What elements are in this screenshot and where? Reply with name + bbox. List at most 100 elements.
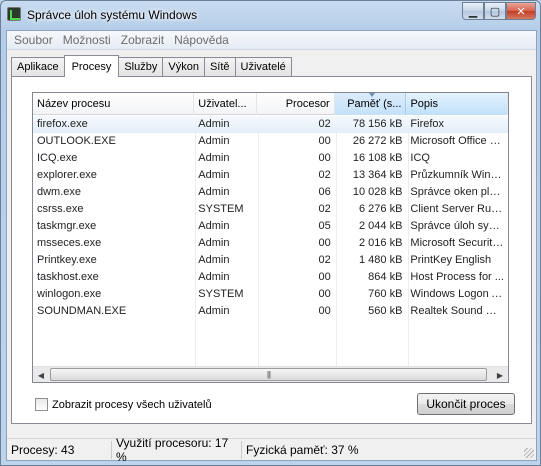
scroll-right-icon[interactable]: ▶ <box>492 368 508 382</box>
sort-descending-icon <box>369 93 375 97</box>
process-description: Microsoft Office O... <box>410 135 508 147</box>
process-memory: 864 kB <box>368 271 403 283</box>
process-row[interactable]: ICQ.exe Admin 00 16 108 kB ICQ <box>33 150 508 167</box>
title-bar[interactable]: Správce úloh systému Windows ▁ ▢ ✕ <box>1 1 540 29</box>
process-name: explorer.exe <box>37 169 97 181</box>
process-name: taskhost.exe <box>37 271 99 283</box>
process-cpu: 06 <box>318 186 331 198</box>
process-description: Průzkumník Windows <box>410 169 508 181</box>
process-row[interactable]: firefox.exe Admin 02 78 156 kB Firefox <box>33 116 508 133</box>
process-row[interactable]: OUTLOOK.EXE Admin 00 26 272 kB Microsoft Off… <box>33 133 508 150</box>
process-row[interactable]: taskhost.exe Admin 00 864 kB Host Process fo… <box>33 269 508 286</box>
process-name: csrss.exe <box>37 203 84 215</box>
scrollbar-thumb[interactable]: ||| <box>50 368 487 381</box>
tab-procesy[interactable]: Procesy <box>63 55 120 77</box>
menu-bar: Soubor Možnosti Zobrazit Nápověda <box>7 31 536 50</box>
tab-sluzby[interactable]: Služby <box>118 57 164 76</box>
tab-site[interactable]: Sítě <box>203 57 236 76</box>
show-all-users-option[interactable]: Zobrazit procesy všech uživatelů <box>35 398 212 411</box>
task-manager-icon <box>7 7 21 21</box>
process-cpu: 02 <box>318 203 331 215</box>
process-memory: 10 028 kB <box>352 186 403 198</box>
process-name: OUTLOOK.EXE <box>37 135 116 147</box>
process-user: Admin <box>198 169 230 181</box>
column-header-description[interactable]: Popis <box>406 93 508 115</box>
status-memory-usage: Fyzická paměť: 37 % <box>246 442 359 457</box>
process-name: dwm.exe <box>37 186 82 198</box>
client-area: Soubor Možnosti Zobrazit Nápověda Aplika… <box>6 30 537 464</box>
menu-soubor[interactable]: Soubor <box>9 33 58 47</box>
process-memory: 1 480 kB <box>359 254 403 266</box>
process-cpu: 02 <box>318 254 331 266</box>
process-description: Realtek Sound Ma... <box>410 305 508 317</box>
show-all-users-checkbox[interactable] <box>35 398 48 411</box>
process-cpu: 05 <box>318 220 331 232</box>
process-user: Admin <box>198 305 230 317</box>
status-process-count: Procesy: 43 <box>7 440 112 459</box>
processes-panel: Název procesu Uživatel... Procesor Paměť… <box>11 76 532 424</box>
process-name: ICQ.exe <box>37 152 78 164</box>
process-user: Admin <box>198 118 230 130</box>
status-bar: Procesy: 43 Využití procesoru: 17 % Fyzi… <box>7 436 536 464</box>
scroll-left-icon[interactable]: ◀ <box>33 368 49 382</box>
process-memory: 6 276 kB <box>359 203 403 215</box>
process-row[interactable]: explorer.exe Admin 02 13 364 kB Průzkumník W… <box>33 167 508 184</box>
process-cpu: 00 <box>318 271 331 283</box>
column-header-cpu[interactable]: Procesor <box>257 93 335 115</box>
process-name: winlogon.exe <box>37 288 102 300</box>
process-cpu: 00 <box>318 135 331 147</box>
window-title: Správce úloh systému Windows <box>27 8 198 22</box>
process-name: firefox.exe <box>37 118 88 130</box>
menu-napoveda[interactable]: Nápověda <box>169 33 234 47</box>
process-memory: 560 kB <box>368 305 403 317</box>
process-row[interactable]: csrss.exe SYSTEM 02 6 276 kB Client Server R… <box>33 201 508 218</box>
process-description: Správce úloh systé... <box>410 220 508 232</box>
process-row[interactable]: Printkey.exe Admin 02 1 480 kB PrintKey Engl… <box>33 252 508 269</box>
close-button[interactable]: ✕ <box>506 2 536 20</box>
process-cpu: 00 <box>318 237 331 249</box>
minimize-button[interactable]: ▁ <box>462 2 484 20</box>
tab-aplikace[interactable]: Aplikace <box>11 57 65 76</box>
process-user: Admin <box>198 186 230 198</box>
process-user: SYSTEM <box>198 288 244 300</box>
process-description: Host Process for ... <box>410 271 504 283</box>
process-user: Admin <box>198 152 230 164</box>
menu-zobrazit[interactable]: Zobrazit <box>116 33 169 47</box>
process-user: Admin <box>198 271 230 283</box>
process-description: Firefox <box>410 118 445 130</box>
process-list[interactable]: Název procesu Uživatel... Procesor Paměť… <box>32 92 509 383</box>
thumb-grip-icon: ||| <box>266 370 271 379</box>
menu-moznosti[interactable]: Možnosti <box>58 33 116 47</box>
process-memory: 78 156 kB <box>352 118 403 130</box>
horizontal-scrollbar[interactable]: ◀ ||| ▶ <box>33 366 508 382</box>
process-user: SYSTEM <box>198 203 244 215</box>
task-manager-window: Správce úloh systému Windows ▁ ▢ ✕ Soubo… <box>0 0 541 466</box>
process-memory: 2 016 kB <box>359 237 403 249</box>
process-row[interactable]: winlogon.exe SYSTEM 00 760 kB Windows Logon … <box>33 286 508 303</box>
process-row[interactable]: dwm.exe Admin 06 10 028 kB Správce oken ploc… <box>33 184 508 201</box>
resize-grip-icon[interactable] <box>524 448 534 458</box>
process-name: taskmgr.exe <box>37 220 97 232</box>
maximize-button[interactable]: ▢ <box>484 2 506 20</box>
tab-uzivatele[interactable]: Uživatelé <box>234 57 292 76</box>
process-row[interactable]: msseces.exe Admin 00 2 016 kB Microsoft Secu… <box>33 235 508 252</box>
process-cpu: 00 <box>318 288 331 300</box>
process-description: ICQ <box>410 152 430 164</box>
process-row[interactable]: SOUNDMAN.EXE Admin 00 560 kB Realtek Sound M… <box>33 303 508 320</box>
process-memory: 16 108 kB <box>352 152 403 164</box>
process-description: Správce oken plochy <box>410 186 508 198</box>
process-cpu: 00 <box>318 152 331 164</box>
process-row[interactable]: taskmgr.exe Admin 05 2 044 kB Správce úloh s… <box>33 218 508 235</box>
process-cpu: 02 <box>318 118 331 130</box>
process-cpu: 00 <box>318 305 331 317</box>
tab-vykon[interactable]: Výkon <box>162 57 205 76</box>
column-header-user[interactable]: Uživatel... <box>194 93 258 115</box>
column-header-name[interactable]: Název procesu <box>33 93 195 115</box>
process-memory: 13 364 kB <box>352 169 403 181</box>
tab-strip: Aplikace Procesy Služby Výkon Sítě Uživa… <box>11 55 292 77</box>
process-memory: 2 044 kB <box>359 220 403 232</box>
process-description: PrintKey English <box>410 254 492 266</box>
show-all-users-label: Zobrazit procesy všech uživatelů <box>52 398 212 411</box>
end-process-button[interactable]: Ukončit proces <box>417 393 515 415</box>
process-description: Microsoft Security ... <box>410 237 508 249</box>
